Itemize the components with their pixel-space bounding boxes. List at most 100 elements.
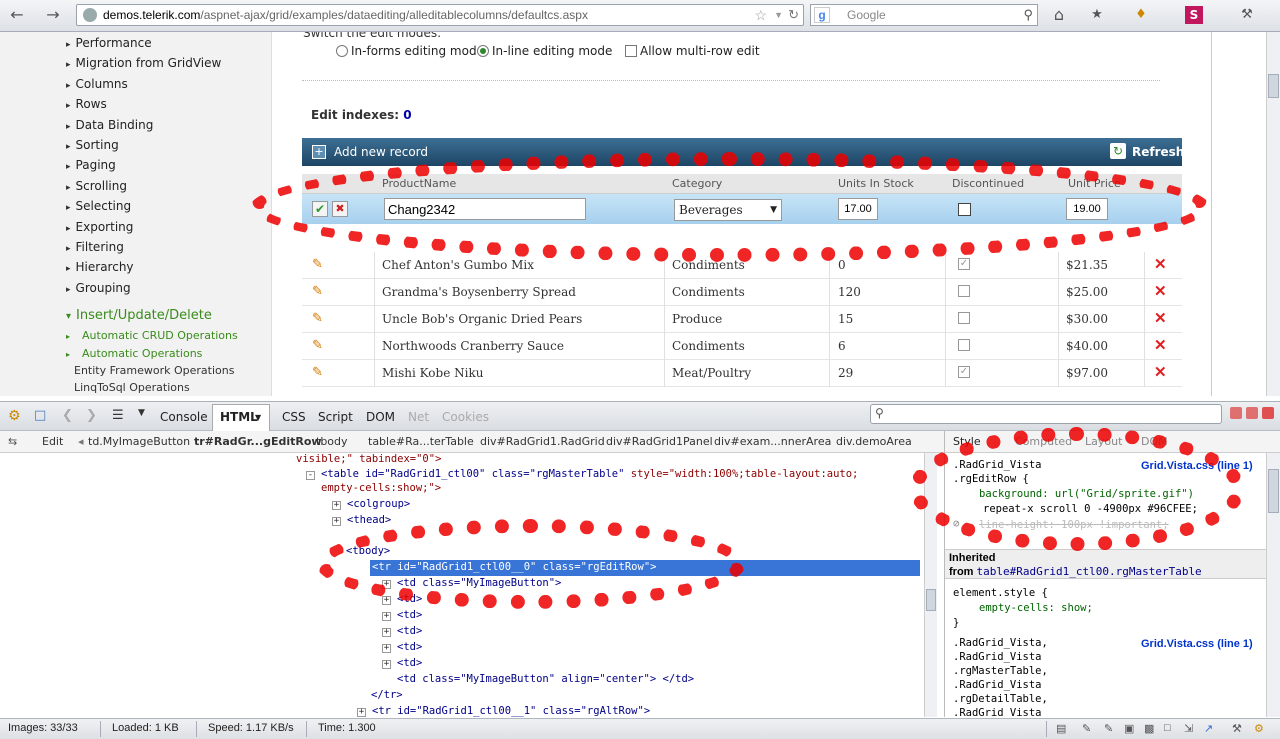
crumb-div-panel[interactable]: div#RadGrid1Panel <box>606 435 713 448</box>
sidebar-item-data-binding[interactable]: Data Binding <box>66 118 154 132</box>
edit-icon[interactable]: ✎ <box>1082 722 1091 735</box>
google-icon[interactable]: g <box>814 7 830 23</box>
site-identity-icon[interactable] <box>83 8 97 22</box>
expand-icon[interactable]: + <box>382 660 391 669</box>
sidebar-item-selecting[interactable]: Selecting <box>66 199 132 213</box>
print-icon[interactable]: ▩ <box>1144 722 1154 735</box>
crumb-div-radgrid[interactable]: div#RadGrid1.RadGrid <box>480 435 605 448</box>
expand-icon[interactable]: + <box>332 517 341 526</box>
crumb-tbody[interactable]: tbody <box>316 435 348 448</box>
firebug-search-input[interactable]: ⚲ <box>870 404 1222 424</box>
addon-icon[interactable]: ♦ <box>1130 5 1152 25</box>
crumb-arrow-icon[interactable]: ◂ <box>78 435 84 448</box>
html-line[interactable]: + <td> <box>382 641 422 653</box>
bookmark-star-icon[interactable]: ☆ <box>754 5 767 25</box>
crumb-tr[interactable]: tr#RadGr...gEditRow <box>194 435 322 448</box>
checkbox[interactable] <box>625 45 637 57</box>
delete-x-icon[interactable]: ✕ <box>1154 363 1167 381</box>
close-icon[interactable] <box>1262 407 1274 419</box>
html-line[interactable]: + <thead> <box>332 514 391 526</box>
ruler-icon[interactable]: ✎ <box>1104 722 1113 735</box>
html-line[interactable]: - <table id="RadGrid1_ctl00" class="rgMas… <box>306 468 858 480</box>
tab-script[interactable]: Script <box>318 410 353 424</box>
firebug-status-icon[interactable]: ⚙ <box>1254 722 1264 735</box>
html-line[interactable]: + <tr id="RadGrid1_ctl00__1" class="rgAlt… <box>357 705 650 717</box>
mode-informs-radio[interactable]: In-forms editing mode <box>336 44 484 58</box>
save-icon[interactable]: ▣ <box>1124 722 1134 735</box>
tab-html[interactable]: HTML ▼ <box>212 404 270 431</box>
edit-pencil-icon[interactable]: ✎ <box>312 312 326 326</box>
html-line[interactable]: + <colgroup> <box>332 498 410 510</box>
detach-icon[interactable] <box>1246 407 1258 419</box>
css-source-link[interactable]: Grid.Vista.css (line 1) <box>1141 638 1253 650</box>
stumble-s-icon[interactable]: S <box>1185 6 1203 24</box>
sidebar-item-rows[interactable]: Rows <box>66 97 107 111</box>
sidebar-subitem-crud[interactable]: Automatic CRUD Operations <box>74 329 238 342</box>
mode-inline-radio[interactable]: In-line editing mode <box>477 44 612 58</box>
crumb-div-example[interactable]: div#exam...nnerArea <box>714 435 831 448</box>
inherited-from-link[interactable]: table#RadGrid1_ctl00.rgMasterTable <box>977 565 1202 578</box>
search-engine-input[interactable]: g Google ⚲ <box>810 4 1038 26</box>
html-line[interactable]: + <td> <box>382 657 422 669</box>
menu-dropdown-icon[interactable]: ▼ <box>138 408 145 418</box>
html-line[interactable]: + <td> <box>382 625 422 637</box>
back-icon[interactable]: ← <box>6 5 28 25</box>
html-line[interactable]: + <td> <box>382 609 422 621</box>
reload-icon[interactable]: ↻ <box>788 5 799 25</box>
firebug-icon[interactable]: ⚙ <box>8 408 21 424</box>
expand-icon[interactable]: + <box>382 628 391 637</box>
scrollbar-thumb[interactable] <box>1268 74 1279 98</box>
edit-pencil-icon[interactable]: ✎ <box>312 285 326 299</box>
minimize-icon[interactable] <box>1230 407 1242 419</box>
tab-dom[interactable]: DOM <box>366 410 395 424</box>
sidebar-item-paging[interactable]: Paging <box>66 158 116 172</box>
refresh-icon[interactable]: ↻ <box>1110 143 1126 159</box>
inspect-icon[interactable]: □ <box>34 408 46 423</box>
expand-icon[interactable]: + <box>357 708 366 717</box>
edit-pencil-icon[interactable]: ✎ <box>312 339 326 353</box>
sidebar-item-columns[interactable]: Columns <box>66 77 128 91</box>
tab-net[interactable]: Net <box>408 410 429 424</box>
expand-icon[interactable]: + <box>382 612 391 621</box>
sidebar-subitem-entity[interactable]: Entity Framework Operations <box>74 364 234 377</box>
edit-pencil-icon[interactable]: ✎ <box>312 366 326 380</box>
scrollbar-thumb[interactable] <box>1268 469 1279 513</box>
window-icon[interactable]: □ <box>1164 722 1171 734</box>
expand-icon[interactable]: + <box>382 644 391 653</box>
scrollbar-thumb[interactable] <box>926 589 936 611</box>
edit-pencil-icon[interactable]: ✎ <box>312 258 326 272</box>
html-line[interactable]: <td class="MyImageButton" align="center"… <box>397 673 694 685</box>
crumb-table[interactable]: table#Ra...terTable <box>368 435 474 448</box>
search-icon[interactable]: ⚲ <box>1023 5 1033 25</box>
add-record-button[interactable]: Add new record <box>334 145 428 159</box>
sidebar-subitem-linq[interactable]: LinqToSql Operations <box>74 381 190 394</box>
chart-icon[interactable]: ↗ <box>1204 722 1213 735</box>
expand-icon[interactable]: + <box>332 501 341 510</box>
tab-cookies[interactable]: Cookies <box>442 410 489 424</box>
list-icon[interactable]: ☰ <box>112 408 124 423</box>
multirow-checkbox[interactable]: Allow multi-row edit <box>625 44 760 58</box>
sidebar-item-scrolling[interactable]: Scrolling <box>66 179 127 193</box>
sidebar-item-sorting[interactable]: Sorting <box>66 138 119 152</box>
css-property[interactable]: empty-cells: show; <box>979 602 1093 614</box>
radio-button-checked[interactable] <box>477 45 489 57</box>
sidebar-item-migration[interactable]: Migration from GridView <box>66 56 222 70</box>
dropdown-icon[interactable]: ▼ <box>774 5 783 25</box>
sidebar-item-grouping[interactable]: Grouping <box>66 281 131 295</box>
refresh-button[interactable]: Refresh <box>1132 145 1184 159</box>
add-icon[interactable]: + <box>312 145 326 159</box>
delete-x-icon[interactable]: ✕ <box>1154 282 1167 300</box>
delete-x-icon[interactable]: ✕ <box>1154 336 1167 354</box>
html-line[interactable]: </tr> <box>371 689 403 701</box>
style-pane-scrollbar[interactable] <box>1266 453 1280 717</box>
home-icon[interactable]: ⌂ <box>1048 5 1070 25</box>
collapse-icon[interactable]: - <box>306 471 315 480</box>
resize-icon[interactable]: ⇲ <box>1184 722 1193 735</box>
crumb-td[interactable]: td.MyImageButton <box>88 435 190 448</box>
sidebar-item-performance[interactable]: Performance <box>66 36 152 50</box>
prev-icon[interactable]: ❮ <box>62 408 73 423</box>
sidebar-item-hierarchy[interactable]: Hierarchy <box>66 260 134 274</box>
page-icon[interactable]: ▤ <box>1056 722 1066 735</box>
sidebar-item-filtering[interactable]: Filtering <box>66 240 124 254</box>
tab-console[interactable]: Console <box>160 410 208 424</box>
